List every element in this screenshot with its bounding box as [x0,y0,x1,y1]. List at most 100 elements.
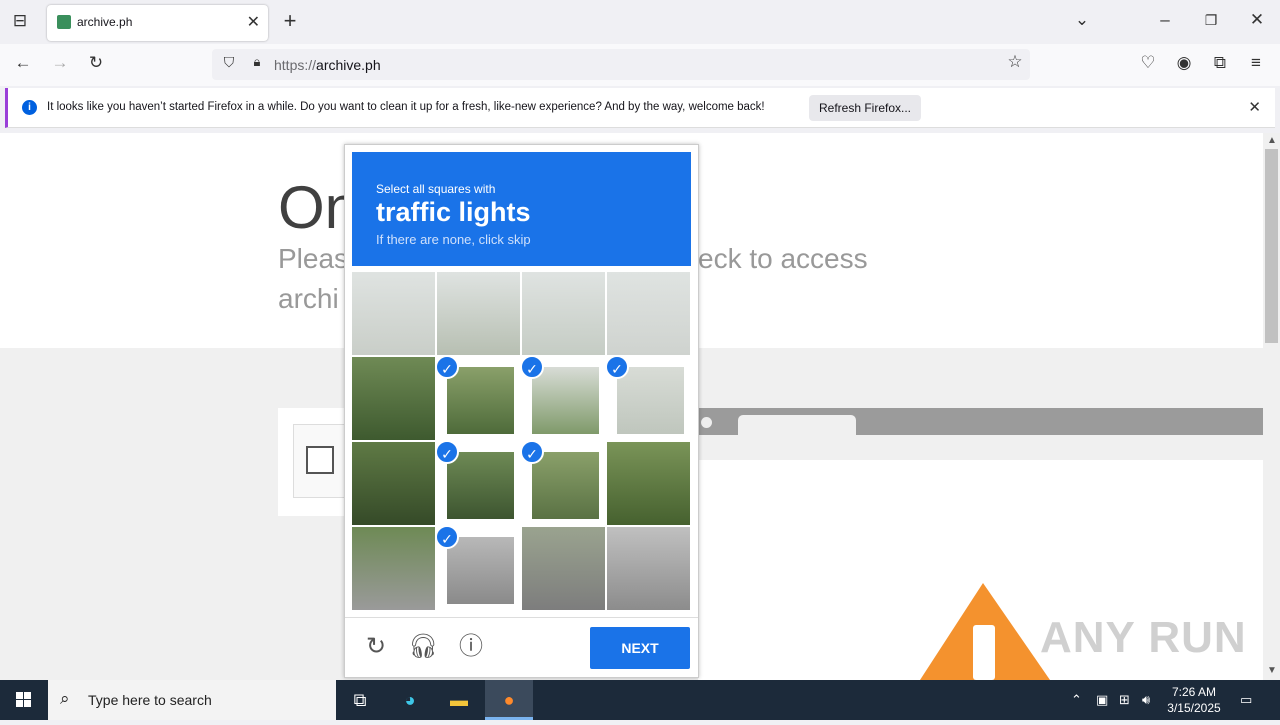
captcha-checkbox[interactable] [306,446,334,474]
illustration-dot [701,417,712,428]
captcha-tile[interactable] [607,272,690,355]
captcha-tile[interactable]: ✓ [437,442,520,525]
captcha-tile-image [352,357,435,440]
scroll-down-icon[interactable]: ▼ [1267,665,1277,676]
taskbar-search[interactable]: ⌕ Type here to search [48,680,336,720]
network-icon[interactable]: ⊞ [1119,692,1130,708]
tray-app-icon[interactable]: ▣ [1096,692,1108,708]
info-help-icon[interactable]: ⓘ [456,632,486,662]
task-view-icon[interactable]: ⧉ [336,680,384,720]
captcha-tile-image [447,537,514,604]
search-placeholder: Type here to search [88,692,212,708]
clock-date: 3/15/2025 [1167,701,1221,715]
captcha-hint: If there are none, click skip [376,232,531,247]
captcha-tile-image [352,442,435,525]
captcha-target: traffic lights [376,197,531,227]
audio-challenge-icon[interactable]: 🎧︎ [408,632,438,662]
scrollbar-thumb[interactable] [1265,149,1278,343]
captcha-tile-image [522,272,605,355]
captcha-tile-image [532,367,599,434]
captcha-tile-image [437,272,520,355]
captcha-tile-image [617,367,684,434]
refresh-firefox-button[interactable]: Refresh Firefox... [809,95,921,121]
page-scrollbar[interactable]: ▲ ▼ [1263,133,1280,680]
captcha-tile[interactable] [522,527,605,610]
notification-bar: i It looks like you haven’t started Fire… [5,88,1275,128]
taskbar: ⌕ Type here to search ⧉ ◕ ▬ ● ⌃ ▣ ⊞ 🔊︎ ▭… [0,680,1280,720]
captcha-footer: ↻ 🎧︎ ⓘ NEXT [345,617,698,677]
captcha-tile[interactable] [352,442,435,525]
watermark: ANY RUN [1040,613,1247,662]
tab-title: archive.ph [77,15,133,29]
page-text-line1: Pleas [278,243,349,274]
tab-archive[interactable]: archive.ph ✕ [47,5,268,41]
captcha-tile[interactable] [352,357,435,440]
illustration-tab [738,415,856,435]
tab-bar: ⊟ archive.ph ✕ + ⌄ – ❐ ✕ [0,0,1280,44]
account-icon[interactable]: ◉ [1172,53,1196,77]
captcha-tile-image [532,452,599,519]
captcha-tile[interactable]: ✓ [607,357,690,440]
shield-icon[interactable]: ⛉ [217,52,241,76]
captcha-tile-image [607,442,690,525]
url-bar[interactable]: ⛉ 🔒︎ https://archive.ph ☆ [212,49,1030,80]
captcha-tile-image [607,527,690,610]
captcha-tile[interactable]: ✓ [522,357,605,440]
windows-logo-icon [16,692,31,707]
search-icon: ⌕ [60,689,70,708]
close-tab-icon[interactable]: ✕ [247,12,260,32]
captcha-tile-image [447,452,514,519]
clock[interactable]: 7:26 AM 3/15/2025 [1160,684,1228,716]
captcha-tile[interactable] [352,527,435,610]
tray-chevron-icon[interactable]: ⌃ [1071,692,1082,708]
bookmark-star-icon[interactable]: ☆ [1003,52,1027,76]
clock-time: 7:26 AM [1171,685,1217,699]
url-host: archive.ph [316,57,381,73]
page-text-line1-right: eck to access [698,243,868,274]
close-window-icon[interactable]: ✕ [1245,10,1269,34]
back-icon[interactable]: ← [11,53,35,77]
captcha-tile-image [447,367,514,434]
captcha-tile-image [522,527,605,610]
captcha-tile[interactable] [352,272,435,355]
captcha-tile[interactable]: ✓ [522,442,605,525]
list-all-tabs-icon[interactable]: ⌄ [1070,10,1094,34]
notifications-icon[interactable]: ▭ [1240,692,1252,708]
page-text-line2: archi [278,283,339,314]
forward-icon[interactable]: → [48,53,72,77]
firefox-icon[interactable]: ● [485,680,533,720]
file-explorer-icon[interactable]: ▬ [435,680,483,720]
notification-message: It looks like you haven’t started Firefo… [47,101,765,113]
reload-challenge-icon[interactable]: ↻ [361,632,391,662]
url-protocol: https:// [274,57,317,73]
scroll-up-icon[interactable]: ▲ [1267,135,1277,146]
captcha-tile-image [607,272,690,355]
edge-icon[interactable]: ◕ [386,680,434,720]
next-button[interactable]: NEXT [590,627,690,669]
captcha-tile-image [352,272,435,355]
captcha-tile[interactable]: ✓ [437,357,520,440]
captcha-tile[interactable]: ✓ [437,527,520,610]
restore-icon[interactable]: ❐ [1199,10,1223,34]
captcha-tile[interactable] [522,272,605,355]
captcha-tile[interactable] [607,527,690,610]
info-icon: i [22,100,37,115]
captcha-tile[interactable] [607,442,690,525]
new-tab-icon[interactable]: + [278,10,302,35]
menu-icon[interactable]: ≡ [1244,53,1268,77]
close-notification-icon[interactable]: ✕ [1248,98,1261,116]
captcha-header: Select all squares with traffic lights I… [352,152,691,266]
minimize-icon[interactable]: – [1153,10,1177,34]
captcha-image-grid: ✓ ✓ ✓ ✓ ✓ ✓ [352,272,691,610]
url-text[interactable]: https://archive.ph [274,57,381,73]
reload-icon[interactable]: ↻ [84,53,108,77]
extensions-icon[interactable]: ⧉ [1208,53,1232,77]
captcha-tile[interactable] [437,272,520,355]
warning-icon [920,583,1050,680]
lock-icon[interactable]: 🔒︎ [245,52,269,76]
tab-overview-icon[interactable]: ⊟ [8,11,32,35]
start-button[interactable] [0,680,48,720]
pocket-icon[interactable]: ♡ [1136,53,1160,77]
captcha-tile-image [352,527,435,610]
volume-icon[interactable]: 🔊︎ [1142,692,1150,708]
